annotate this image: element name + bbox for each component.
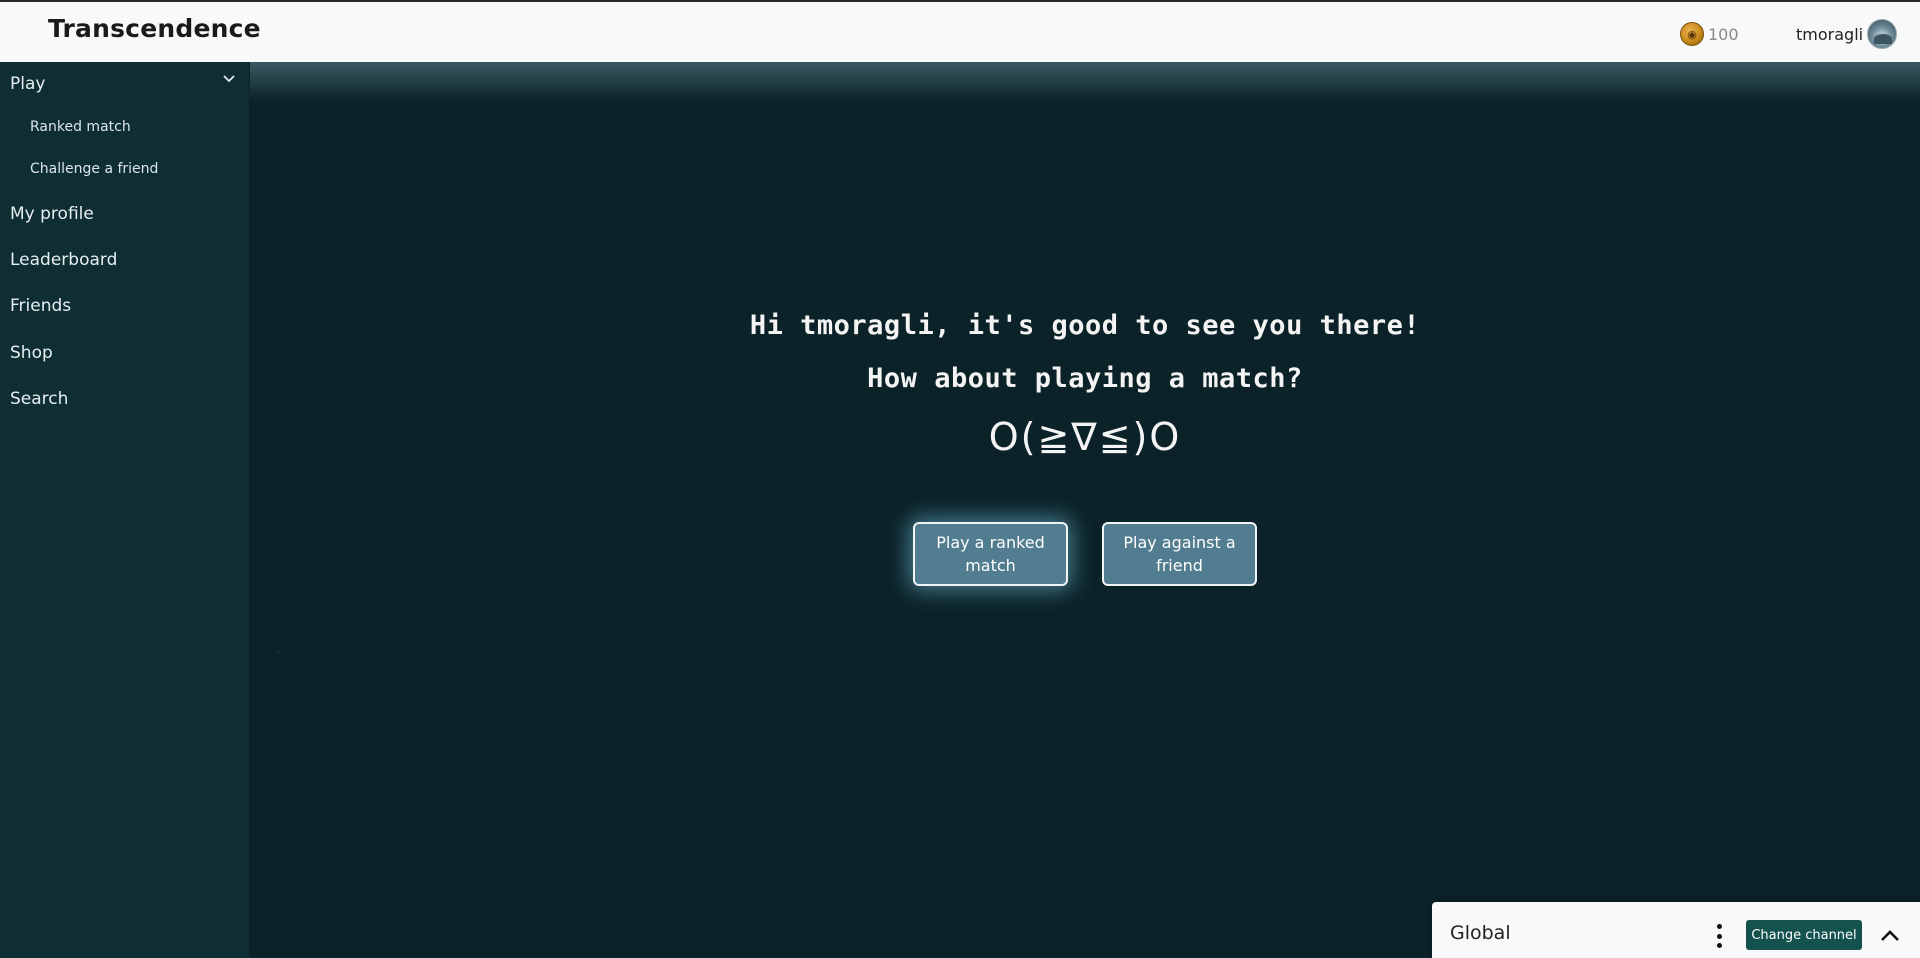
sidebar-item-my-profile[interactable]: My profile bbox=[10, 204, 94, 224]
username[interactable]: tmoragli bbox=[1796, 25, 1863, 44]
avatar-icon[interactable] bbox=[1867, 19, 1898, 49]
chat-channel-title: Global bbox=[1450, 922, 1511, 944]
chat-panel[interactable]: Global Change channel bbox=[1432, 902, 1920, 958]
sidebar-item-challenge-friend[interactable]: Challenge a friend bbox=[30, 161, 158, 177]
chevron-down-icon[interactable] bbox=[222, 72, 236, 86]
kaomoji: O(≧∇≦)O bbox=[988, 415, 1182, 459]
coin-count: 100 bbox=[1708, 24, 1739, 44]
play-ranked-button[interactable]: Play a ranked match bbox=[913, 522, 1068, 586]
header-shadow bbox=[250, 62, 1920, 102]
sidebar-item-leaderboard[interactable]: Leaderboard bbox=[10, 250, 117, 270]
user-menu[interactable]: tmoragli bbox=[1796, 19, 1898, 49]
brand-title[interactable]: Transcendence bbox=[48, 14, 261, 43]
play-friend-button[interactable]: Play against a friend bbox=[1102, 522, 1257, 586]
sidebar: Play Ranked match Challenge a friend My … bbox=[0, 62, 250, 958]
sidebar-item-search[interactable]: Search bbox=[10, 389, 68, 409]
chevron-up-icon[interactable] bbox=[1878, 924, 1902, 948]
coin-icon: ◉ bbox=[1680, 22, 1704, 46]
kebab-menu-icon[interactable] bbox=[1716, 924, 1722, 948]
sidebar-item-shop[interactable]: Shop bbox=[10, 343, 53, 363]
coin-balance: ◉ 100 bbox=[1680, 22, 1739, 46]
sidebar-item-ranked-match[interactable]: Ranked match bbox=[30, 119, 131, 135]
divider-mark: · bbox=[277, 648, 280, 658]
sidebar-item-friends[interactable]: Friends bbox=[10, 296, 71, 316]
match-question: How about playing a match? bbox=[867, 363, 1303, 394]
sidebar-item-play[interactable]: Play bbox=[10, 74, 45, 94]
change-channel-button[interactable]: Change channel bbox=[1746, 920, 1862, 950]
top-navbar: Transcendence ◉ 100 tmoragli bbox=[0, 0, 1920, 62]
greeting-text: Hi tmoragli, it's good to see you there! bbox=[749, 310, 1421, 341]
